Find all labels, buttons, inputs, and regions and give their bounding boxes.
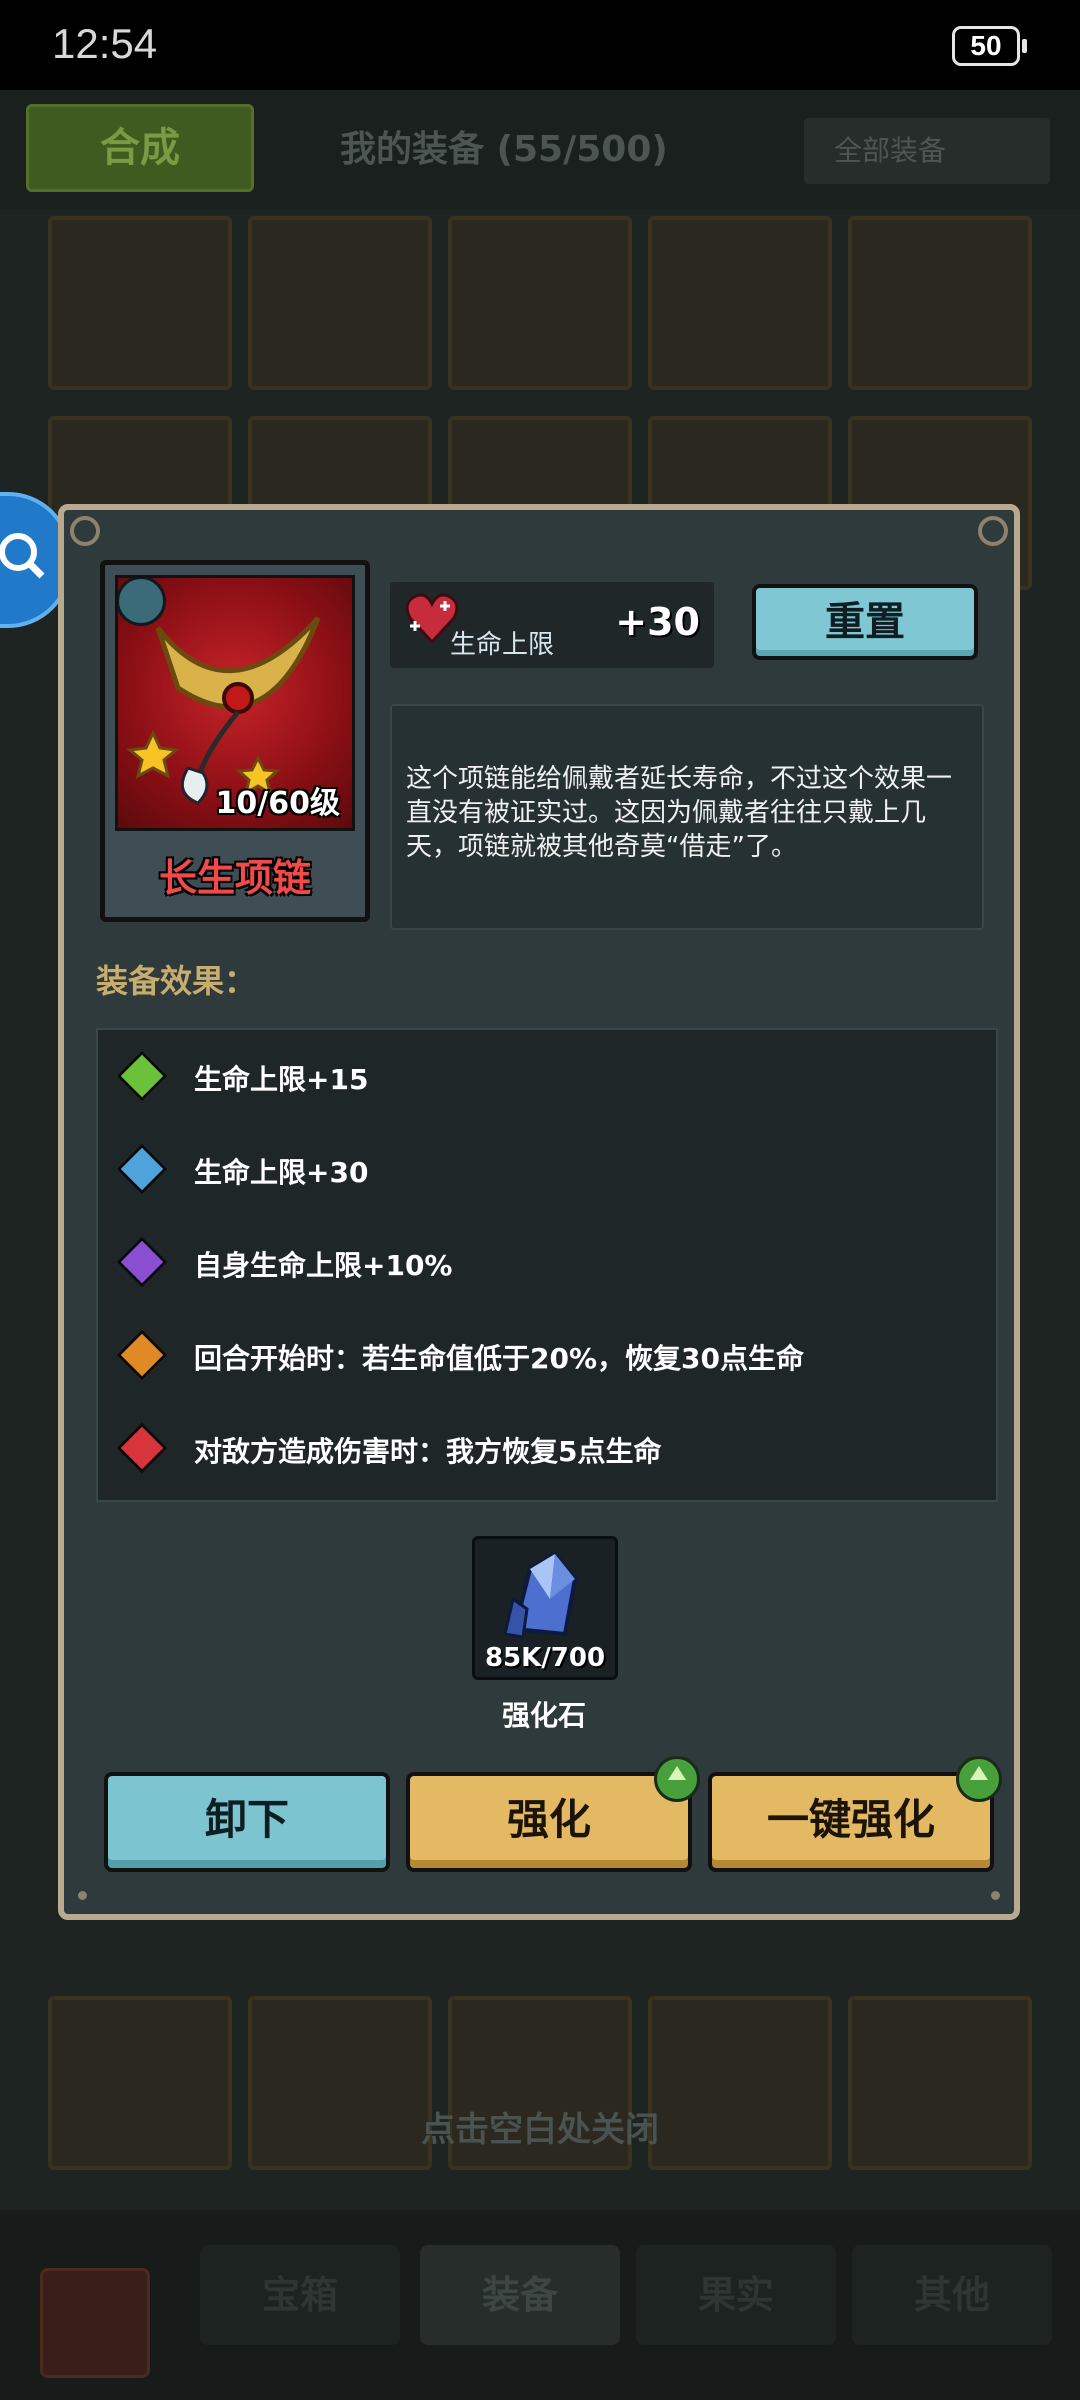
equipment-slot[interactable] — [448, 216, 632, 390]
nav-tab-other[interactable]: 其他 — [852, 2245, 1052, 2345]
one-click-enhance-button[interactable]: 一键强化 — [708, 1756, 1002, 1872]
item-description: 这个项链能给佩戴者延长寿命，不过这个效果一直没有被证实过。这因为佩戴者往往只戴上… — [406, 764, 953, 862]
blue-gem-icon — [116, 1143, 168, 1195]
effect-text: 回合开始时：若生命值低于20%，恢复30点生命 — [194, 1342, 804, 1375]
effect-row: 对敌方造成伤害时：我方恢复5点生命 — [116, 1422, 980, 1482]
effect-text: 自身生命上限+10% — [194, 1249, 453, 1282]
item-detail-dialog: 10/60级 长生项链 生命上限 +30 重置 这个项链能给佩戴者延长寿命，不过… — [58, 504, 1020, 1920]
green-gem-icon — [116, 1050, 168, 1102]
material-count: 85K/700 — [484, 1643, 606, 1673]
status-bar: 12:54 50 — [0, 0, 1080, 90]
effect-text: 生命上限+15 — [194, 1063, 369, 1096]
purple-gem-icon — [116, 1236, 168, 1288]
enhance-button-label: 强化 — [506, 1795, 591, 1844]
background-header: 合成 我的装备 (55/500) 全部装备 — [0, 90, 1080, 210]
ornament-dot — [78, 1891, 87, 1900]
orange-gem-icon — [116, 1329, 168, 1381]
nav-tab-chest[interactable]: 宝箱 — [200, 2245, 400, 2345]
effect-text: 生命上限+30 — [194, 1156, 369, 1189]
item-level: 10/60级 — [215, 786, 340, 821]
crystal-icon — [503, 1551, 578, 1639]
swap-icon — [118, 578, 166, 626]
effect-row: 自身生命上限+10% — [116, 1236, 980, 1296]
enhance-stone-material[interactable]: 85K/700 — [472, 1536, 618, 1680]
random-stat: 生命上限 +30 — [390, 582, 714, 668]
synthesis-tab[interactable]: 合成 — [26, 104, 254, 192]
item-card: 10/60级 长生项链 — [100, 560, 370, 922]
status-time: 12:54 — [52, 20, 158, 67]
item-name: 长生项链 — [158, 856, 311, 900]
search-icon — [0, 533, 45, 579]
equipment-slot[interactable] — [848, 216, 1032, 390]
effects-title: 装备效果： — [96, 962, 257, 1000]
unequip-button[interactable]: 卸下 — [104, 1772, 390, 1872]
equipment-count-title: 我的装备 (55/500) — [340, 129, 668, 170]
ornament-corner-icon — [978, 516, 1008, 546]
upgrade-arrow-icon — [654, 1756, 700, 1802]
battery-icon: 50 — [952, 26, 1027, 66]
effect-row: 生命上限+15 — [116, 1050, 980, 1110]
nav-tab-equipment[interactable]: 装备 — [420, 2245, 620, 2345]
item-description-box: 这个项链能给佩戴者延长寿命，不过这个效果一直没有被证实过。这因为佩戴者往往只戴上… — [390, 704, 984, 930]
necklace-item-image: 10/60级 — [115, 575, 355, 831]
equipment-slot[interactable] — [248, 216, 432, 390]
effect-text: 对敌方造成伤害时：我方恢复5点生命 — [194, 1435, 662, 1468]
back-button[interactable] — [40, 2268, 150, 2378]
stat-label: 生命上限 — [450, 630, 555, 660]
equipment-slot[interactable] — [48, 216, 232, 390]
ornament-dot — [991, 1891, 1000, 1900]
tap-to-close-hint: 点击空白处关闭 — [421, 2110, 659, 2150]
reset-button[interactable]: 重置 — [752, 584, 978, 660]
one-click-enhance-label: 一键强化 — [766, 1795, 935, 1844]
nav-tab-fruit[interactable]: 果实 — [636, 2245, 836, 2345]
equipment-filter-dropdown[interactable]: 全部装备 — [804, 118, 1050, 184]
equipment-slot[interactable] — [648, 216, 832, 390]
stat-value: +30 — [615, 600, 700, 644]
upgrade-arrow-icon — [956, 1756, 1002, 1802]
material-name: 强化石 — [501, 1699, 586, 1732]
enhance-button[interactable]: 强化 — [406, 1756, 700, 1872]
effect-row: 生命上限+30 — [116, 1143, 980, 1203]
effects-list: 生命上限+15 生命上限+30 自身生命上限+10% 回合开始时：若生命值低于2… — [96, 1028, 998, 1502]
ornament-corner-icon — [70, 516, 100, 546]
red-gem-icon — [116, 1422, 168, 1474]
effect-row: 回合开始时：若生命值低于20%，恢复30点生命 — [116, 1329, 980, 1389]
